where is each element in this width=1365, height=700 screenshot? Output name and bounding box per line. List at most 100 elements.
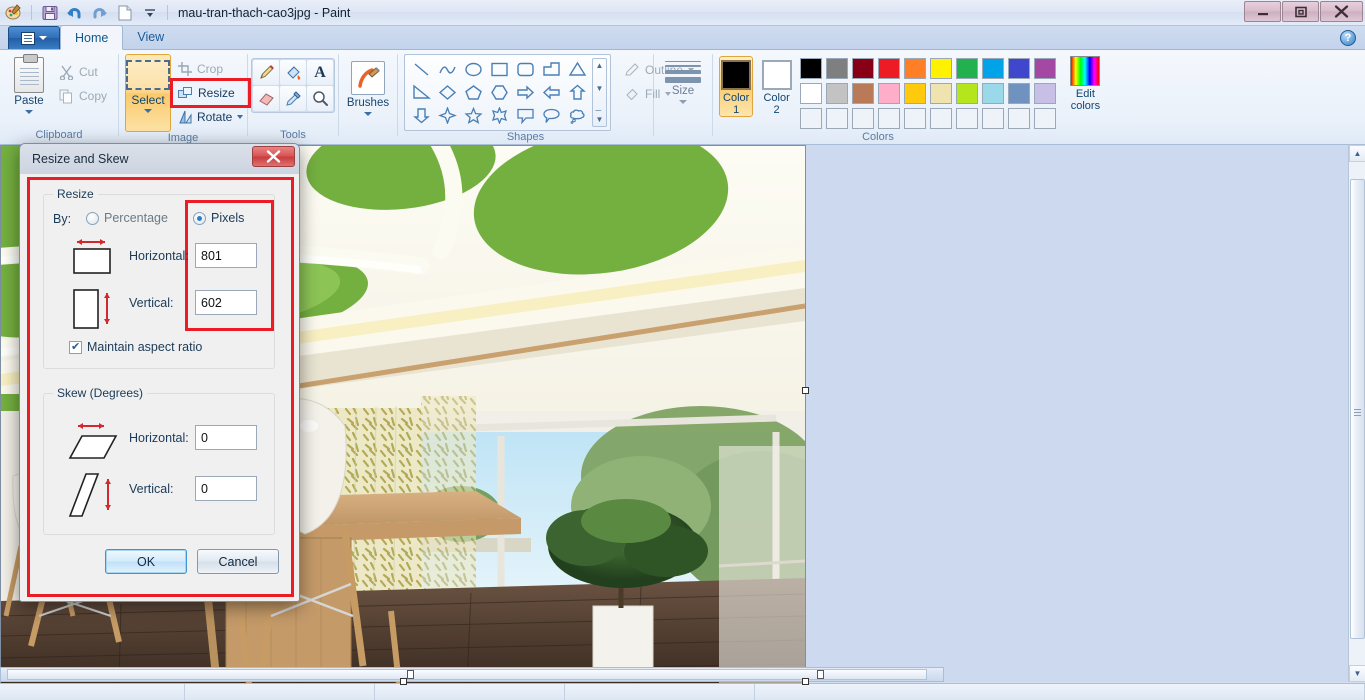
percentage-radio[interactable] (86, 212, 99, 225)
shape-diamond[interactable] (434, 81, 460, 104)
palette-swatch[interactable] (1034, 108, 1056, 129)
paint-app-icon[interactable] (3, 2, 24, 23)
shape-rectangular-callout[interactable] (512, 104, 538, 127)
canvas-resize-handle-right[interactable] (802, 387, 809, 394)
shape-right-triangle[interactable] (408, 81, 434, 104)
shape-hexagon[interactable] (486, 81, 512, 104)
shape-up-arrow[interactable] (564, 81, 590, 104)
shape-left-arrow[interactable] (538, 81, 564, 104)
shape-right-arrow[interactable] (512, 81, 538, 104)
skew-horizontal-input[interactable] (195, 425, 257, 450)
palette-swatch[interactable] (800, 83, 822, 104)
select-button[interactable]: Select (125, 54, 171, 132)
palette-swatch[interactable] (852, 83, 874, 104)
palette-swatch[interactable] (800, 58, 822, 79)
pixels-radio[interactable] (193, 212, 206, 225)
minimize-button[interactable] (1244, 1, 1281, 22)
palette-swatch[interactable] (930, 83, 952, 104)
customize-quick-access-icon[interactable] (139, 2, 160, 23)
vertical-scroll-thumb[interactable] (1350, 179, 1365, 639)
save-icon[interactable] (39, 2, 60, 23)
palette-swatch[interactable] (956, 83, 978, 104)
undo-icon[interactable] (64, 2, 85, 23)
palette-swatch[interactable] (956, 108, 978, 129)
shapes-scrollbar[interactable]: ▲ ▼ ─▼ (592, 58, 607, 127)
dialog-close-button[interactable] (252, 146, 295, 167)
canvas-resize-handle-bottom[interactable] (400, 678, 407, 685)
tab-home[interactable]: Home (60, 25, 123, 50)
palette-swatch[interactable] (878, 108, 900, 129)
help-icon[interactable]: ? (1340, 30, 1356, 46)
redo-icon[interactable] (89, 2, 110, 23)
scroll-down-icon[interactable]: ▼ (1349, 665, 1365, 682)
new-file-icon[interactable] (114, 2, 135, 23)
palette-swatch[interactable] (1034, 83, 1056, 104)
palette-swatch[interactable] (826, 58, 848, 79)
cancel-button[interactable]: Cancel (197, 549, 279, 574)
skew-vertical-input[interactable] (195, 476, 257, 501)
resize-horizontal-input[interactable] (195, 243, 257, 268)
palette-swatch[interactable] (878, 83, 900, 104)
palette-swatch[interactable] (878, 58, 900, 79)
palette-swatch[interactable] (982, 58, 1004, 79)
palette-swatch[interactable] (826, 83, 848, 104)
scroll-up-icon[interactable]: ▲ (596, 61, 604, 70)
shape-curve[interactable] (434, 58, 460, 81)
shape-rounded-rectangle[interactable] (512, 58, 538, 81)
palette-swatch[interactable] (826, 108, 848, 129)
maximize-button[interactable] (1282, 1, 1319, 22)
palette-swatch[interactable] (982, 108, 1004, 129)
fill-icon[interactable] (280, 60, 306, 85)
color1-button[interactable]: Color 1 (719, 56, 753, 117)
paste-button[interactable]: Paste (6, 54, 52, 114)
text-icon[interactable]: A (307, 60, 333, 85)
tab-view[interactable]: View (123, 25, 178, 49)
palette-swatch[interactable] (800, 108, 822, 129)
palette-swatch[interactable] (930, 58, 952, 79)
palette-swatch[interactable] (956, 58, 978, 79)
shape-polygon[interactable] (538, 58, 564, 81)
palette-swatch[interactable] (1008, 58, 1030, 79)
shape-down-arrow[interactable] (408, 104, 434, 127)
palette-swatch[interactable] (930, 108, 952, 129)
size-button[interactable]: Size (660, 58, 706, 104)
hscroll-grip-left[interactable] (407, 670, 414, 679)
resize-and-skew-dialog[interactable]: Resize and Skew Resize By: Percentage Pi… (19, 143, 300, 602)
shape-four-point-star[interactable] (434, 104, 460, 127)
vertical-scrollbar[interactable]: ▲ ▼ (1348, 145, 1365, 682)
palette-swatch[interactable] (1008, 108, 1030, 129)
palette-swatch[interactable] (904, 83, 926, 104)
palette-swatch[interactable] (1034, 58, 1056, 79)
shape-rectangle[interactable] (486, 58, 512, 81)
shape-oval[interactable] (460, 58, 486, 81)
edit-colors-button[interactable]: Edit colors (1064, 56, 1107, 112)
shape-triangle[interactable] (564, 58, 590, 81)
scroll-up-icon[interactable]: ▲ (1349, 145, 1365, 162)
file-menu-button[interactable] (8, 26, 60, 49)
rotate-button[interactable]: Rotate (173, 105, 248, 129)
brushes-button[interactable]: Brushes (345, 58, 391, 116)
palette-swatch[interactable] (904, 108, 926, 129)
shape-rounded-callout[interactable] (538, 104, 564, 127)
shape-cloud-callout[interactable] (564, 104, 590, 127)
magnifier-icon[interactable] (307, 86, 333, 111)
hscroll-grip-right[interactable] (817, 670, 824, 679)
palette-swatch[interactable] (982, 83, 1004, 104)
scroll-expand-icon[interactable]: ─▼ (596, 106, 604, 124)
shape-six-point-star[interactable] (486, 104, 512, 127)
palette-swatch[interactable] (1008, 83, 1030, 104)
resize-button[interactable]: Resize (173, 81, 248, 105)
palette-swatch[interactable] (852, 58, 874, 79)
maintain-aspect-ratio-checkbox[interactable] (69, 341, 82, 354)
shape-five-point-star[interactable] (460, 104, 486, 127)
canvas-resize-handle-corner[interactable] (802, 678, 809, 685)
color2-button[interactable]: Color 2 (759, 56, 793, 117)
shape-line[interactable] (408, 58, 434, 81)
close-button[interactable] (1320, 1, 1363, 22)
shape-pentagon[interactable] (460, 81, 486, 104)
pencil-icon[interactable] (253, 60, 279, 85)
crop-button[interactable]: Crop (173, 57, 248, 81)
horizontal-scroll-thumb[interactable] (7, 669, 927, 680)
copy-button[interactable]: Copy (54, 84, 112, 108)
palette-swatch[interactable] (852, 108, 874, 129)
